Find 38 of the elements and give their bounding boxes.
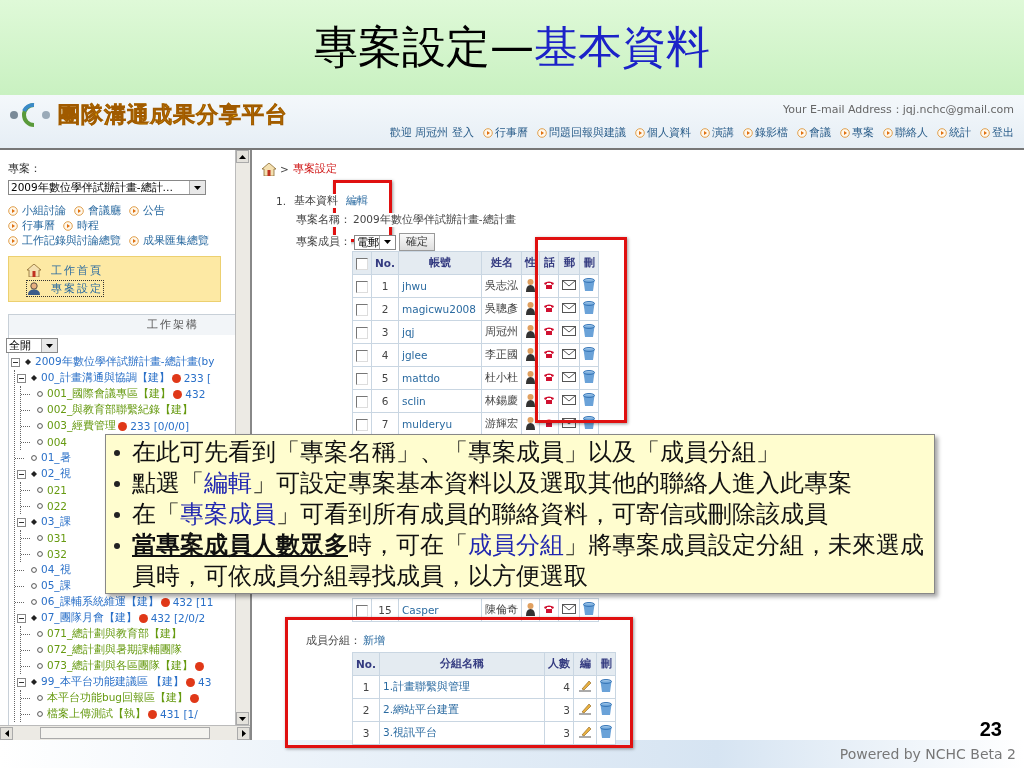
column-header: 郵 [558,251,580,275]
project-name: 2009年數位學伴試辦計畫-總計畫 [353,213,516,227]
column-header: 分組名稱 [379,652,545,676]
welcome-text: 歡迎 周冠州 登入 [390,125,474,140]
column-header: 人數 [544,652,574,676]
breadcrumb-item: 專案設定 [292,162,337,176]
tree-item-count: 432 [11 [172,596,214,608]
tree-item-count: 233 [0/0/0] [130,420,189,432]
table-cell: 2.網站平台建置 [379,698,545,722]
field-label: 成員分組： [306,634,361,648]
column-header: 姓名 [481,251,522,275]
column-header: 編 [573,652,597,676]
column-header: No. [352,652,380,676]
tree-item-count: 432 [185,388,206,400]
column-header: 帳號 [398,251,482,275]
table-cell: 1 [352,675,380,699]
note-text: 點選「編輯」可設定專案基本資料以及選取其他的聯絡人進入此專案 [132,468,853,499]
note-text: 當專案成員人數眾多時，可在「成員分組」將專案成員設定分組，未來選成員時，可依成員分組尋找成員，以方便選取 [132,530,925,592]
section-title: 基本資料 [294,194,339,208]
table-cell: 1.計畫聯繫與管理 [379,675,545,699]
logo-text: 團隊溝通成果分享平台 [58,100,288,129]
field-label: 專案成員： [296,235,351,249]
tree-item-count: 432 [2/0/2 [150,612,206,624]
tree-item-count: 233 [ [183,372,212,384]
column-header: No. [371,251,399,275]
footer-text: Powered by NCHC Beta 2 [839,746,1016,762]
note-text: 在「專案成員」可看到所有成員的聯絡資料，可寄信或刪除該成員 [132,499,829,530]
table-cell: 2 [352,698,380,722]
slide-title: 專案設定—基本資料 [314,20,710,74]
project-label: 專案： [8,162,42,176]
note-text: 在此可先看到「專案名稱」、「專案成員」以及「成員分組」 [132,437,781,468]
page-number: 23 [979,718,1002,741]
panel-title: 工作架構 [147,318,199,332]
email-address: Your E-mail Address：jqj.nchc@gmail.com [783,102,1014,117]
section-number: 1. [276,195,287,207]
tree-item-count: 43 [197,676,212,688]
breadcrumb-separator: > [280,163,289,175]
tree-item-count: 431 [1/ [160,708,198,720]
